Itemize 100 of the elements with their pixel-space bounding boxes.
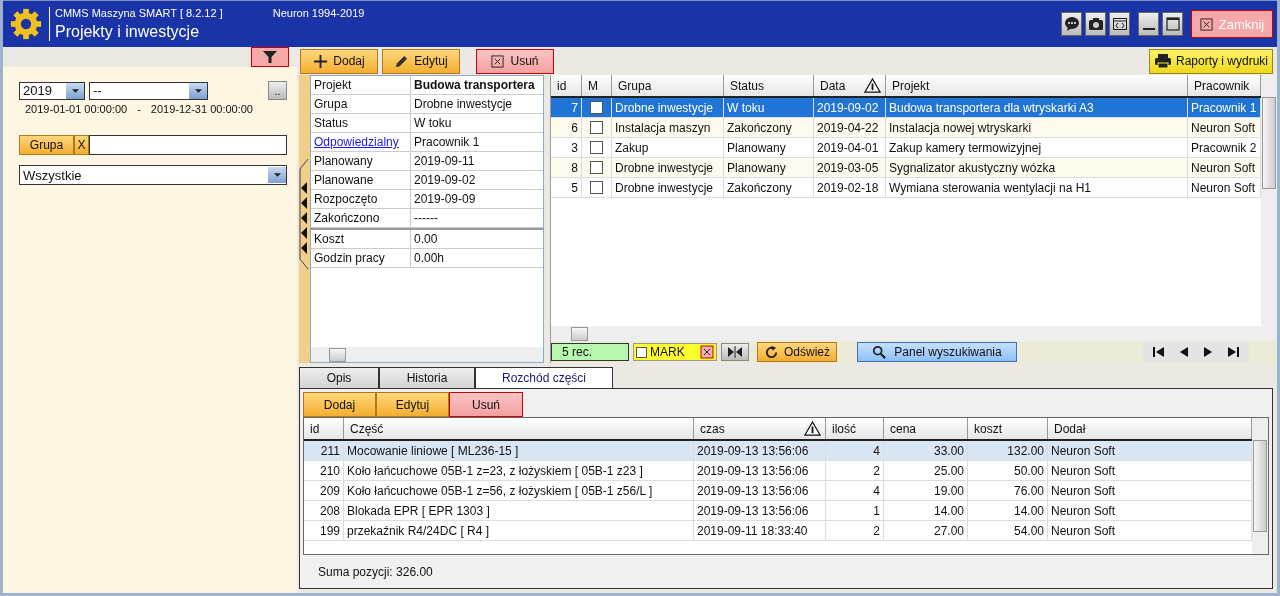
app-name: CMMS Maszyna SMART [ 8.2.12 ] xyxy=(55,7,223,19)
tab[interactable]: Opis xyxy=(299,367,379,388)
table-cell: 211 xyxy=(304,441,344,460)
vertical-scrollbar[interactable] xyxy=(1252,418,1268,554)
table-cell: 8 xyxy=(551,158,582,177)
dropdown-icon xyxy=(273,173,281,177)
table-cell: 50.00 xyxy=(968,461,1048,480)
minimize-button[interactable] xyxy=(1138,12,1159,36)
table-row[interactable]: 208 Blokada EPR [ EPR 1303 ] 2019-09-13 13:56:06 1 14.00 14.00 Neuron Soft xyxy=(304,501,1252,521)
mark-label: MARK xyxy=(650,345,685,359)
plus-icon xyxy=(313,53,329,69)
checkbox[interactable] xyxy=(590,141,603,154)
table-row[interactable]: 210 Koło łańcuchowe 05B-1 z=23, z łożyskiem [ 05B-1 z23 ] 2019-09-13 13:56:06 2 25.00 50.00 Neuron Soft xyxy=(304,461,1252,481)
checkbox[interactable] xyxy=(590,101,603,114)
group-field[interactable] xyxy=(89,135,287,155)
checkbox[interactable] xyxy=(590,161,603,174)
table-row[interactable]: 199 przekaźnik R4/24DC [ R4 ] 2019-09-11 18:33:40 2 27.00 54.00 Neuron Soft xyxy=(304,521,1252,541)
column-header[interactable]: czas xyxy=(694,418,826,439)
table-row[interactable]: 211 Mocowanie liniowe [ ML236-15 ] 2019-09-13 13:56:06 4 33.00 132.00 Neuron Soft xyxy=(304,441,1252,461)
field-link[interactable]: Odpowiedzialny xyxy=(311,133,411,151)
table-cell: 76.00 xyxy=(968,481,1048,500)
table-cell: Instalacja nowej wtryskarki xyxy=(886,118,1188,137)
group-select[interactable]: Wszystkie xyxy=(19,165,287,185)
column-header[interactable]: Status xyxy=(724,75,814,96)
column-header[interactable]: Data xyxy=(814,75,886,96)
mark-control[interactable]: MARK xyxy=(633,343,717,361)
column-header[interactable]: Grupa xyxy=(612,75,724,96)
last-page-icon[interactable] xyxy=(1227,347,1239,357)
table-row[interactable]: 6 Instalacja maszyn Zakończony 2019-04-22 Instalacja nowej wtryskarki Neuron Soft xyxy=(551,118,1261,138)
table-cell: Zakończony xyxy=(724,118,814,137)
delete-part-button[interactable]: Usuń xyxy=(449,392,523,417)
previous-icon[interactable] xyxy=(1179,347,1189,357)
field-value: 0.00h xyxy=(413,251,446,265)
add-part-button[interactable]: Dodaj xyxy=(303,392,376,417)
table-row[interactable]: 5 Drobne inwestycje Zakończony 2019-02-18 Wymiana sterowania wentylacji na H1 Neuron Soft xyxy=(551,178,1261,198)
column-header[interactable]: id xyxy=(304,418,344,439)
column-header[interactable]: M xyxy=(582,75,612,96)
column-header[interactable]: Projekt xyxy=(886,75,1188,96)
table-cell: Instalacja maszyn xyxy=(612,118,724,137)
close-icon xyxy=(1199,17,1213,31)
table-cell: Zakup xyxy=(612,138,724,157)
table-cell: Budowa transportera dla wtryskarki A3 xyxy=(886,98,1188,117)
checkbox[interactable] xyxy=(590,121,603,134)
table-cell: 208 xyxy=(304,501,344,520)
code-button[interactable] xyxy=(1109,12,1130,36)
field-value: ------ xyxy=(413,211,439,225)
year-select[interactable]: 2019 xyxy=(19,81,85,100)
field-value: 2019-09-11 xyxy=(413,154,476,168)
table-cell: 209 xyxy=(304,481,344,500)
table-cell: Planowany xyxy=(724,138,814,157)
table-cell: 4 xyxy=(826,441,884,460)
table-cell: 2019-03-05 xyxy=(814,158,886,177)
table-cell: 132.00 xyxy=(968,441,1048,460)
period-select[interactable]: -- xyxy=(89,81,208,100)
refresh-icon xyxy=(764,344,779,360)
delete-button[interactable]: Usuń xyxy=(476,48,554,74)
maximize-icon xyxy=(1164,16,1181,32)
clear-group-button[interactable]: X xyxy=(74,135,89,155)
gear-icon xyxy=(9,7,43,41)
column-header[interactable]: koszt xyxy=(968,418,1048,439)
maximize-button[interactable] xyxy=(1162,12,1183,36)
column-header[interactable]: Część xyxy=(344,418,694,439)
column-header[interactable]: cena xyxy=(884,418,968,439)
horizontal-scrollbar[interactable] xyxy=(551,326,1277,341)
clear-mark-icon[interactable] xyxy=(700,345,714,359)
table-cell: 14.00 xyxy=(968,501,1048,520)
search-panel-button[interactable]: Panel wyszukiwania xyxy=(857,342,1017,362)
filter-button[interactable] xyxy=(251,47,289,67)
column-header[interactable]: ilość xyxy=(826,418,884,439)
chat-icon xyxy=(1063,16,1080,32)
warning-icon xyxy=(864,78,881,93)
table-cell: 27.00 xyxy=(884,521,968,540)
table-row[interactable]: 8 Drobne inwestycje Planowany 2019-03-05 Sygnalizator akustyczny wózka Neuron Soft xyxy=(551,158,1261,178)
more-button[interactable]: .. xyxy=(268,81,287,100)
column-header[interactable]: id xyxy=(551,75,582,96)
field-value: W toku xyxy=(413,116,453,130)
camera-button[interactable] xyxy=(1085,12,1106,36)
field-label: Koszt xyxy=(311,230,411,248)
reports-button[interactable]: Raporty i wydruki xyxy=(1148,48,1273,74)
tab[interactable]: Rozchód części xyxy=(475,367,613,388)
first-page-icon[interactable] xyxy=(1153,347,1165,357)
code-window-icon xyxy=(1111,16,1128,32)
chat-button[interactable] xyxy=(1061,12,1082,36)
vertical-scrollbar[interactable] xyxy=(1261,75,1277,326)
table-row[interactable]: 7 Drobne inwestycje W toku 2019-09-02 Budowa transportera dla wtryskarki A3 Pracownik 1 xyxy=(551,98,1261,118)
next-icon[interactable] xyxy=(1203,347,1213,357)
edit-button[interactable]: Edytuj xyxy=(382,48,460,74)
edit-part-button[interactable]: Edytuj xyxy=(376,392,449,417)
checkbox[interactable] xyxy=(590,181,603,194)
add-button[interactable]: Dodaj xyxy=(300,48,378,74)
table-row[interactable]: 209 Koło łańcuchowe 05B-1 z=56, z łożyskiem [ 05B-1 z56/L ] 2019-09-13 13:56:06 4 19.00 76.00 Neuron Soft xyxy=(304,481,1252,501)
tab[interactable]: Historia xyxy=(379,367,475,388)
mark-checkbox[interactable] xyxy=(636,346,647,358)
split-arrows-icon xyxy=(727,345,743,359)
refresh-button[interactable]: Odśwież xyxy=(757,342,837,362)
group-button[interactable]: Grupa xyxy=(19,135,74,155)
split-button[interactable] xyxy=(721,343,749,361)
dropdown-icon xyxy=(194,88,202,93)
collapse-handle-icon[interactable] xyxy=(299,159,309,269)
horizontal-scrollbar[interactable] xyxy=(311,347,543,362)
